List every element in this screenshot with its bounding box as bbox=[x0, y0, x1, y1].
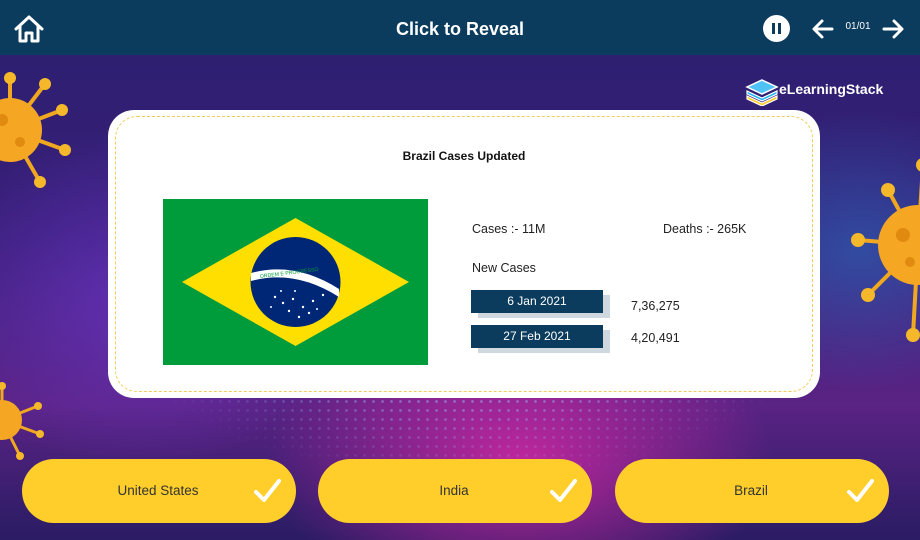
arrow-right-icon[interactable] bbox=[880, 16, 906, 42]
new-cases-value: 7,36,275 bbox=[631, 299, 680, 313]
new-cases-value: 4,20,491 bbox=[631, 331, 680, 345]
virus-icon bbox=[0, 72, 71, 188]
brazil-flag-image: ORDEM E PROGRESSO bbox=[163, 199, 428, 365]
deaths-stat: Deaths :- 265K bbox=[663, 222, 747, 236]
arrow-left-icon[interactable] bbox=[810, 16, 836, 42]
slide-counter: 01/01 bbox=[845, 21, 871, 32]
virus-icon bbox=[0, 382, 44, 460]
reveal-card: Brazil Cases Updated ORDEM E PROGRESSO C… bbox=[108, 110, 820, 398]
brand-name: eLearningStack bbox=[779, 81, 884, 97]
top-bar: Click to Reveal 01/01 bbox=[0, 0, 920, 55]
card-title: Brazil Cases Updated bbox=[402, 149, 526, 163]
pause-icon bbox=[772, 23, 775, 34]
brand-logo: eLearningStack bbox=[745, 76, 910, 106]
pause-icon bbox=[778, 23, 781, 34]
date-label: 27 Feb 2021 bbox=[471, 325, 603, 348]
date-label: 6 Jan 2021 bbox=[471, 290, 603, 313]
pause-button[interactable] bbox=[763, 15, 790, 42]
checkmark-icon bbox=[847, 479, 874, 502]
checkmark-icon bbox=[550, 479, 577, 502]
stacked-books-icon bbox=[745, 79, 779, 106]
new-cases-label: New Cases bbox=[472, 261, 536, 275]
choice-united-states-button[interactable]: United States bbox=[22, 459, 296, 523]
date-badge: 27 Feb 2021 bbox=[471, 325, 610, 353]
cases-stat: Cases :- 11M bbox=[472, 222, 546, 236]
virus-icon bbox=[851, 158, 920, 342]
checkmark-icon bbox=[254, 479, 281, 502]
choice-india-button[interactable]: India bbox=[318, 459, 592, 523]
date-badge: 6 Jan 2021 bbox=[471, 290, 610, 318]
choice-brazil-button[interactable]: Brazil bbox=[615, 459, 889, 523]
